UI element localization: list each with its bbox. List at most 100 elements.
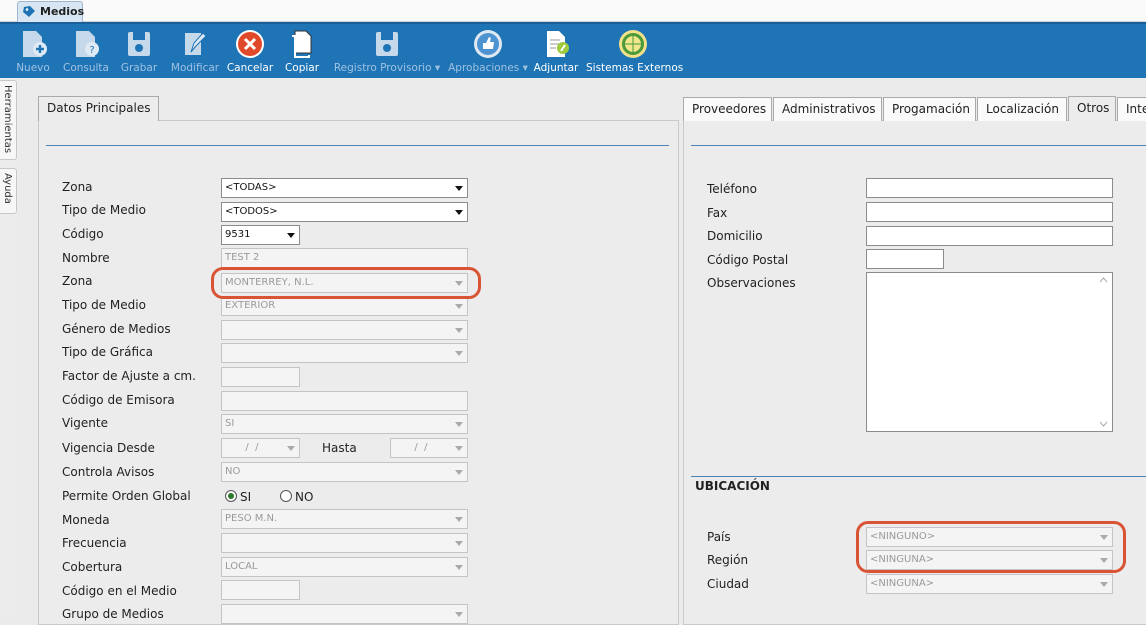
zona-filter-select[interactable]: <TODAS> xyxy=(221,178,468,198)
frecuencia-select[interactable] xyxy=(221,533,468,553)
cobertura-value: LOCAL xyxy=(225,561,258,572)
genero-label: Género de Medios xyxy=(62,322,171,336)
tab-administrativos[interactable]: Administrativos xyxy=(773,97,882,121)
tab-localizacion-label: Localización xyxy=(986,102,1059,116)
fax-label: Fax xyxy=(707,206,728,220)
registro-provisorio-label: Registro Provisorio ▾ xyxy=(333,62,441,74)
modify-button-label: Modificar xyxy=(170,62,220,74)
query-button-label: Consulta xyxy=(62,62,109,74)
herramientas-label: Herramientas xyxy=(2,85,13,154)
ubicacion-title: UBICACIÓN xyxy=(695,479,770,493)
copy-icon xyxy=(292,30,312,58)
grupo-medios-select[interactable] xyxy=(221,604,468,624)
tab-proveedores[interactable]: Proveedores xyxy=(683,97,772,121)
chevron-down-icon xyxy=(455,517,463,522)
new-button[interactable]: Nuevo xyxy=(12,24,54,78)
tab-datos-principales-label: Datos Principales xyxy=(47,101,151,115)
zona-filter-value: <TODAS> xyxy=(225,182,277,193)
tab-otros[interactable]: Otros xyxy=(1068,96,1116,121)
title-bar xyxy=(0,0,1146,22)
tipo-grafica-label: Tipo de Gráfica xyxy=(62,345,153,359)
tab-inte[interactable]: Inte xyxy=(1117,97,1146,121)
query-button[interactable]: ? Consulta xyxy=(60,24,112,78)
codigo-label: Código xyxy=(62,227,104,241)
factor-label: Factor de Ajuste a cm. xyxy=(62,369,196,383)
cobertura-select[interactable]: LOCAL xyxy=(221,557,468,577)
tipo-medio-value: EXTERIOR xyxy=(225,300,276,311)
tipo-filter-value: <TODOS> xyxy=(225,206,278,217)
ciudad-select[interactable]: <NINGUNA> xyxy=(866,574,1113,594)
genero-select[interactable] xyxy=(221,320,468,340)
vigente-value: SI xyxy=(225,418,235,429)
pais-label: País xyxy=(707,530,731,544)
hasta-value: / / xyxy=(408,442,428,453)
cancel-button[interactable]: Cancelar xyxy=(226,24,274,78)
copy-button[interactable]: Copiar xyxy=(280,24,324,78)
vigente-select[interactable]: SI xyxy=(221,414,468,434)
nombre-field[interactable]: TEST 2 xyxy=(221,248,468,268)
chevron-down-icon xyxy=(455,186,463,191)
codigo-medio-field[interactable] xyxy=(221,580,300,600)
tab-programacion[interactable]: Progamación xyxy=(883,97,976,121)
codigo-value: 9531 xyxy=(225,229,251,240)
chevron-down-icon xyxy=(287,446,295,451)
factor-field[interactable] xyxy=(221,367,300,387)
orden-global-si-radio[interactable] xyxy=(225,490,237,502)
section-divider xyxy=(46,145,669,146)
emisora-label: Código de Emisora xyxy=(62,393,175,407)
tipo-filter-select[interactable]: <TODOS> xyxy=(221,202,468,222)
toolbar: Nuevo ? Consulta Grabar Modificar Cancel… xyxy=(0,22,1146,78)
emisora-field[interactable] xyxy=(221,391,468,411)
scroll-up-icon[interactable] xyxy=(1099,277,1108,283)
telefono-field[interactable] xyxy=(866,178,1113,198)
zona-filter-label: Zona xyxy=(62,180,93,194)
aprobaciones-button[interactable]: Aprobaciones ▾ xyxy=(448,24,528,78)
chevron-down-icon xyxy=(1100,582,1108,587)
chevron-down-icon xyxy=(455,612,463,617)
approve-icon xyxy=(474,30,502,58)
domicilio-field[interactable] xyxy=(866,226,1113,246)
side-panel: Herramientas Ayuda xyxy=(0,78,17,619)
herramientas-tab[interactable]: Herramientas xyxy=(0,80,17,160)
radio-selected-dot xyxy=(228,493,234,499)
save-button[interactable]: Grabar xyxy=(118,24,160,78)
tab-datos-principales[interactable]: Datos Principales xyxy=(38,96,159,121)
document-tab-label: Medios xyxy=(40,5,85,18)
save-icon xyxy=(128,32,150,56)
nombre-value: TEST 2 xyxy=(225,252,260,263)
tab-localizacion[interactable]: Localización xyxy=(977,97,1067,121)
sistemas-externos-button[interactable]: Sistemas Externos xyxy=(586,24,684,78)
ayuda-tab[interactable]: Ayuda xyxy=(0,168,17,214)
save-button-label: Grabar xyxy=(120,62,158,74)
observaciones-textarea[interactable] xyxy=(866,272,1113,432)
fax-field[interactable] xyxy=(866,202,1113,222)
cobertura-label: Cobertura xyxy=(62,560,123,574)
tipo-medio-select[interactable]: EXTERIOR xyxy=(221,296,468,316)
codigo-postal-field[interactable] xyxy=(866,249,944,269)
tipo-grafica-select[interactable] xyxy=(221,343,468,363)
scroll-down-icon[interactable] xyxy=(1099,421,1108,427)
chevron-down-icon xyxy=(455,422,463,427)
orden-global-no-radio[interactable] xyxy=(280,490,292,502)
moneda-select[interactable]: PESO M.N. xyxy=(221,509,468,529)
chevron-down-icon xyxy=(287,233,295,238)
zona-label: Zona xyxy=(62,274,93,288)
svg-text:?: ? xyxy=(89,45,94,56)
vigencia-desde-value: / / xyxy=(239,442,259,453)
observaciones-label: Observaciones xyxy=(707,276,796,290)
hasta-field[interactable]: / / xyxy=(390,438,468,458)
chevron-down-icon xyxy=(455,470,463,475)
chevron-down-icon xyxy=(455,541,463,546)
nombre-label: Nombre xyxy=(62,251,110,265)
vigencia-desde-field[interactable]: / / xyxy=(221,438,300,458)
controla-avisos-value: NO xyxy=(225,466,241,477)
modify-button[interactable]: Modificar xyxy=(166,24,224,78)
document-tab-medios[interactable]: Medios xyxy=(17,1,85,22)
attach-button[interactable]: Adjuntar xyxy=(533,24,579,78)
chevron-down-icon xyxy=(455,565,463,570)
registro-provisorio-button[interactable]: Registro Provisorio ▾ xyxy=(332,24,442,78)
codigo-select[interactable]: 9531 xyxy=(221,225,300,245)
sistemas-externos-label: Sistemas Externos xyxy=(586,62,684,74)
controla-avisos-select[interactable]: NO xyxy=(221,462,468,482)
tab-otros-label: Otros xyxy=(1077,101,1110,115)
